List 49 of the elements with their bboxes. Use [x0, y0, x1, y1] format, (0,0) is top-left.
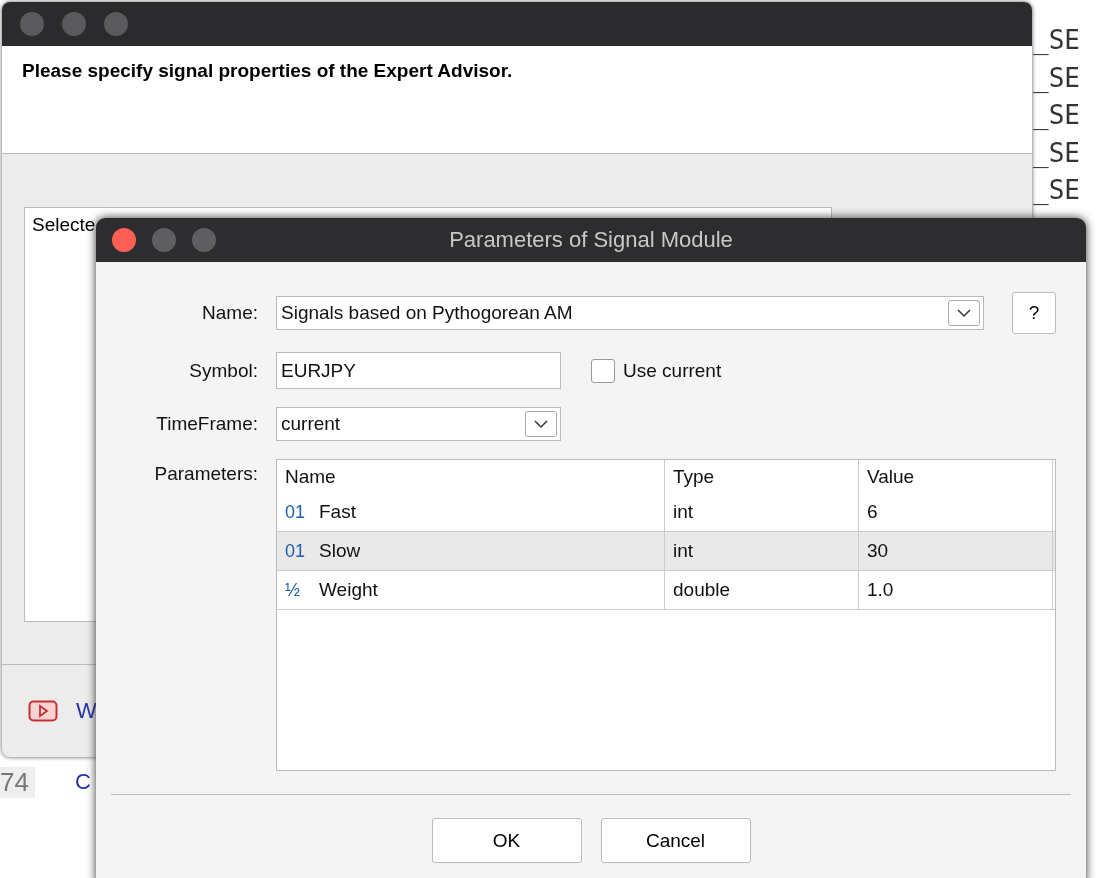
- field-label: Name:: [201, 302, 258, 324]
- code-line: _SE: [1033, 24, 1081, 57]
- close-icon[interactable]: [112, 228, 136, 252]
- window-title: Parameters of Signal Module: [449, 227, 733, 253]
- table-cell: Slow: [319, 540, 361, 562]
- table-cell: 6: [859, 493, 1053, 531]
- type-icon: 01: [285, 540, 307, 562]
- table-cell: int: [665, 532, 859, 570]
- video-play-icon[interactable]: [28, 700, 58, 722]
- heading-text: Please specify signal properties of the Expert Advisor.: [22, 60, 513, 81]
- table-cell: int: [665, 493, 859, 531]
- dropdown[interactable]: Signals based on Pythogorean AM: [276, 296, 984, 330]
- table-row[interactable]: 01 Slow int 30: [277, 532, 1055, 571]
- field-label: TimeFrame:: [155, 413, 258, 435]
- code-line: _SE: [1033, 61, 1081, 95]
- column-header[interactable]: Value: [859, 460, 1053, 493]
- field-label: Parameters:: [153, 462, 258, 485]
- code-text: C: [74, 769, 91, 795]
- column-header[interactable]: Type: [665, 460, 859, 493]
- code-line: _SE: [1033, 174, 1081, 207]
- caret-icon[interactable]: [948, 300, 980, 326]
- help-button[interactable]: ?: [1012, 292, 1056, 334]
- checkbox-label: Use current: [623, 359, 722, 382]
- ok-button[interactable]: OK: [431, 818, 582, 863]
- link[interactable]: W: [76, 698, 97, 724]
- cancel-button[interactable]: Cancel: [600, 818, 751, 863]
- type-icon: ½: [285, 579, 307, 601]
- window-control-icon[interactable]: [192, 228, 216, 252]
- dropdown[interactable]: current: [276, 407, 561, 441]
- window-control-icon[interactable]: [152, 228, 176, 252]
- table-cell: Fast: [319, 501, 356, 523]
- input-field[interactable]: EURJPY: [276, 352, 561, 389]
- table-cell: double: [665, 571, 859, 609]
- code-line: _SE: [1033, 99, 1081, 132]
- caret-icon[interactable]: [525, 411, 557, 437]
- field-label: Symbol:: [188, 359, 258, 382]
- line-number: 74: [0, 766, 35, 798]
- column-header: Selecte: [31, 213, 97, 237]
- column-header[interactable]: Name: [277, 460, 665, 493]
- checkbox[interactable]: [591, 358, 615, 383]
- table-row[interactable]: ½ Weight double 1.0: [277, 571, 1055, 610]
- table-cell: Weight: [319, 579, 378, 601]
- window-control-icon[interactable]: [104, 12, 128, 36]
- code-line: _SE: [1033, 136, 1081, 170]
- table-cell: 1.0: [859, 571, 1053, 609]
- window-control-icon[interactable]: [62, 12, 86, 36]
- type-icon: 01: [285, 501, 307, 523]
- table-cell: 30: [859, 532, 1053, 570]
- window-control-icon[interactable]: [20, 12, 44, 36]
